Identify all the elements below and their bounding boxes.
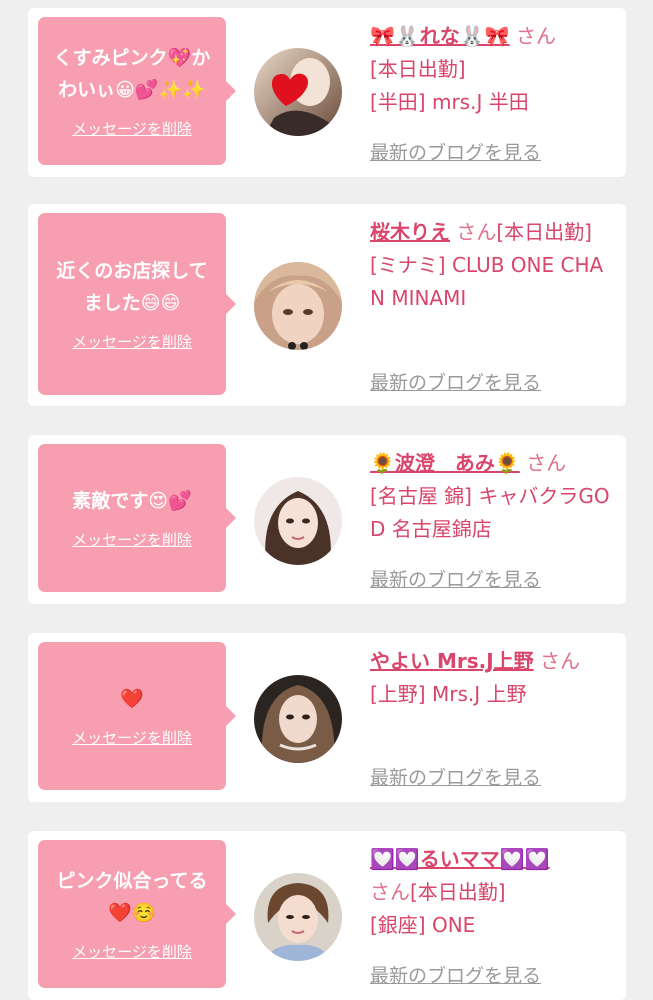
message-text: 近くのお店探してました😄😄 — [56, 259, 208, 314]
message-card: ❤️ メッセージを削除 やよい Mrs.J上野 さん [上野] Mrs.J 上野… — [28, 633, 626, 802]
message-text: くすみピンク💖かわいぃ😀💕✨✨ — [53, 46, 211, 101]
shop-area: [名古屋 錦] キャバクラGOD 名古屋錦店 — [370, 484, 610, 541]
blog-link[interactable]: 最新のブログを見る — [370, 565, 541, 592]
honorific: さん — [526, 451, 567, 475]
woman-avatar-icon — [254, 873, 342, 961]
message-bubble: くすみピンク💖かわいぃ😀💕✨✨ メッセージを削除 — [38, 17, 236, 165]
cast-info: 💟💟るいママ💟💟 さん[本日出勤] [銀座] ONE — [370, 843, 612, 942]
avatar[interactable] — [254, 675, 342, 763]
honorific: さん — [540, 649, 581, 673]
woman-avatar-icon — [254, 675, 342, 763]
avatar[interactable] — [254, 262, 342, 350]
cast-name-link[interactable]: 桜木りえ — [370, 220, 450, 244]
message-card: くすみピンク💖かわいぃ😀💕✨✨ メッセージを削除 🎀🐰れな🐰🎀 さん [本日出勤… — [28, 8, 626, 177]
message-bubble: ピンク似合ってる❤️☺️ メッセージを削除 — [38, 840, 236, 988]
cast-name-link[interactable]: やよい Mrs.J上野 — [370, 649, 534, 673]
message-card: 素敵です😍💕 メッセージを削除 🌻波澄 あみ🌻 さん [名古屋 錦] キャバクラ… — [28, 435, 626, 604]
message-card: 近くのお店探してました😄😄 メッセージを削除 桜木りえ さん[本日出勤] [ミナ… — [28, 204, 626, 406]
cast-name-link[interactable]: 💟💟るいママ💟💟 — [370, 847, 550, 871]
blog-link[interactable]: 最新のブログを見る — [370, 368, 541, 395]
avatar[interactable] — [254, 873, 342, 961]
woman-avatar-icon — [254, 477, 342, 565]
message-bubble: ❤️ メッセージを削除 — [38, 642, 236, 790]
shop-area: [銀座] ONE — [370, 913, 476, 937]
blog-link[interactable]: 最新のブログを見る — [370, 763, 541, 790]
cast-info: 🌻波澄 あみ🌻 さん [名古屋 錦] キャバクラGOD 名古屋錦店 — [370, 447, 612, 546]
cast-info: 🎀🐰れな🐰🎀 さん [本日出勤] [半田] mrs.J 半田 — [370, 20, 612, 119]
message-list: くすみピンク💖かわいぃ😀💕✨✨ メッセージを削除 🎀🐰れな🐰🎀 さん [本日出勤… — [0, 0, 653, 1000]
honorific: さん — [456, 220, 497, 244]
shop-area: [上野] Mrs.J 上野 — [370, 682, 527, 706]
cast-name-link[interactable]: 🌻波澄 あみ🌻 — [370, 451, 520, 475]
delete-message-link[interactable]: メッセージを削除 — [72, 727, 192, 748]
avatar[interactable] — [254, 477, 342, 565]
cast-info: 桜木りえ さん[本日出勤] [ミナミ] CLUB ONE CHAN MINAMI — [370, 216, 612, 315]
honorific: さん — [370, 880, 410, 904]
blog-link[interactable]: 最新のブログを見る — [370, 961, 541, 988]
woman-avatar-icon — [254, 262, 342, 350]
work-status: [本日出勤] — [410, 880, 506, 904]
work-status: [本日出勤] — [496, 220, 592, 244]
delete-message-link[interactable]: メッセージを削除 — [72, 118, 192, 139]
message-bubble: 近くのお店探してました😄😄 メッセージを削除 — [38, 213, 236, 395]
shop-area: [ミナミ] CLUB ONE CHAN MINAMI — [370, 253, 604, 310]
blog-link[interactable]: 最新のブログを見る — [370, 138, 541, 165]
message-bubble: 素敵です😍💕 メッセージを削除 — [38, 444, 236, 592]
delete-message-link[interactable]: メッセージを削除 — [72, 941, 192, 962]
heart-avatar-icon — [254, 48, 342, 136]
work-status: [本日出勤] — [370, 57, 466, 81]
message-text: ピンク似合ってる❤️☺️ — [56, 869, 208, 924]
avatar[interactable] — [254, 48, 342, 136]
honorific: さん — [515, 24, 556, 48]
cast-name-link[interactable]: 🎀🐰れな🐰🎀 — [370, 24, 510, 48]
delete-message-link[interactable]: メッセージを削除 — [72, 529, 192, 550]
cast-info: やよい Mrs.J上野 さん [上野] Mrs.J 上野 — [370, 645, 612, 711]
message-text: 素敵です😍💕 — [72, 489, 192, 512]
message-card: ピンク似合ってる❤️☺️ メッセージを削除 💟💟るいママ💟💟 さん[本日出勤] … — [28, 831, 626, 1000]
message-text: ❤️ — [120, 687, 144, 710]
shop-area: [半田] mrs.J 半田 — [370, 90, 529, 114]
delete-message-link[interactable]: メッセージを削除 — [72, 331, 192, 352]
